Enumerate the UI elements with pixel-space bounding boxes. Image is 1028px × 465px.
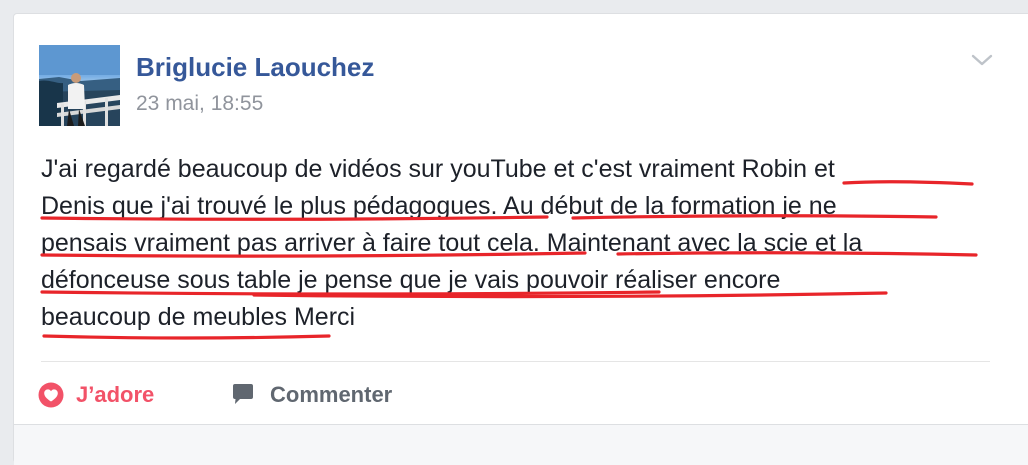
post-body: J'ai regardé beaucoup de vidéos sur youT… bbox=[41, 151, 1001, 336]
post-text-line: défonceuse sous table je pense que je va… bbox=[41, 266, 781, 294]
post-text-line: pensais vraiment pas arriver à faire tou… bbox=[41, 229, 863, 257]
comment-label: Commenter bbox=[270, 382, 393, 407]
chevron-down-icon bbox=[971, 54, 993, 66]
speech-bubble-icon bbox=[233, 384, 253, 404]
actions-divider bbox=[41, 361, 990, 362]
profile-photo-icon bbox=[39, 45, 120, 126]
love-reaction-button[interactable]: J’adore bbox=[38, 380, 154, 410]
avatar[interactable] bbox=[39, 45, 120, 126]
author-name-link[interactable]: Briglucie Laouchez bbox=[136, 52, 374, 83]
post-card: Briglucie Laouchez 23 mai, 18:55 J'ai re… bbox=[13, 13, 1028, 465]
comments-area bbox=[14, 424, 1028, 465]
post-timestamp[interactable]: 23 mai, 18:55 bbox=[136, 92, 263, 116]
heart-icon bbox=[38, 382, 64, 408]
comment-button[interactable]: Commenter bbox=[230, 380, 392, 410]
post-options-button[interactable] bbox=[969, 50, 995, 70]
love-label: J’adore bbox=[76, 382, 155, 407]
post-text-line: Denis que j'ai trouvé le plus pédagogues… bbox=[41, 192, 837, 220]
post-text-line: J'ai regardé beaucoup de vidéos sur youT… bbox=[41, 155, 835, 183]
underline-stroke bbox=[42, 334, 331, 340]
post-text-line: beaucoup de meubles Merci bbox=[41, 303, 356, 331]
